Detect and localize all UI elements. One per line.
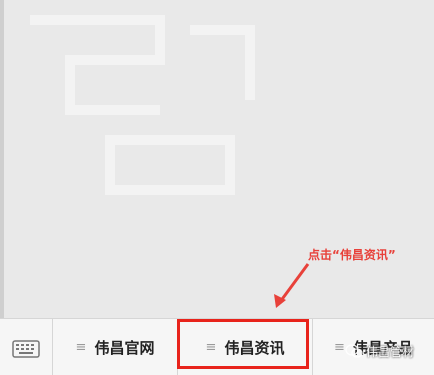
watermark-text: 伟昌管材 <box>366 345 415 359</box>
background-pattern <box>30 15 255 195</box>
wechat-icon <box>345 344 363 358</box>
left-edge-strip <box>0 0 4 318</box>
keyboard-icon <box>12 340 40 358</box>
menu-item-label: 伟昌官网 <box>94 339 155 357</box>
chat-screen: 点击“伟昌资讯” ≡ 伟昌官网 ≡ 伟昌资讯 ≡ 伟昌产品 伟昌管材 <box>0 0 434 375</box>
menu-lines-icon: ≡ <box>75 340 87 355</box>
highlight-box <box>177 319 309 369</box>
menu-lines-icon: ≡ <box>334 340 345 355</box>
annotation-arrow-icon <box>274 263 310 308</box>
wechat-watermark: 伟昌管材 <box>345 343 414 360</box>
menu-item-official-site[interactable]: ≡ 伟昌官网 <box>53 319 178 375</box>
annotation-text: 点击“伟昌资讯” <box>308 248 396 262</box>
keyboard-toggle-button[interactable] <box>0 319 53 375</box>
